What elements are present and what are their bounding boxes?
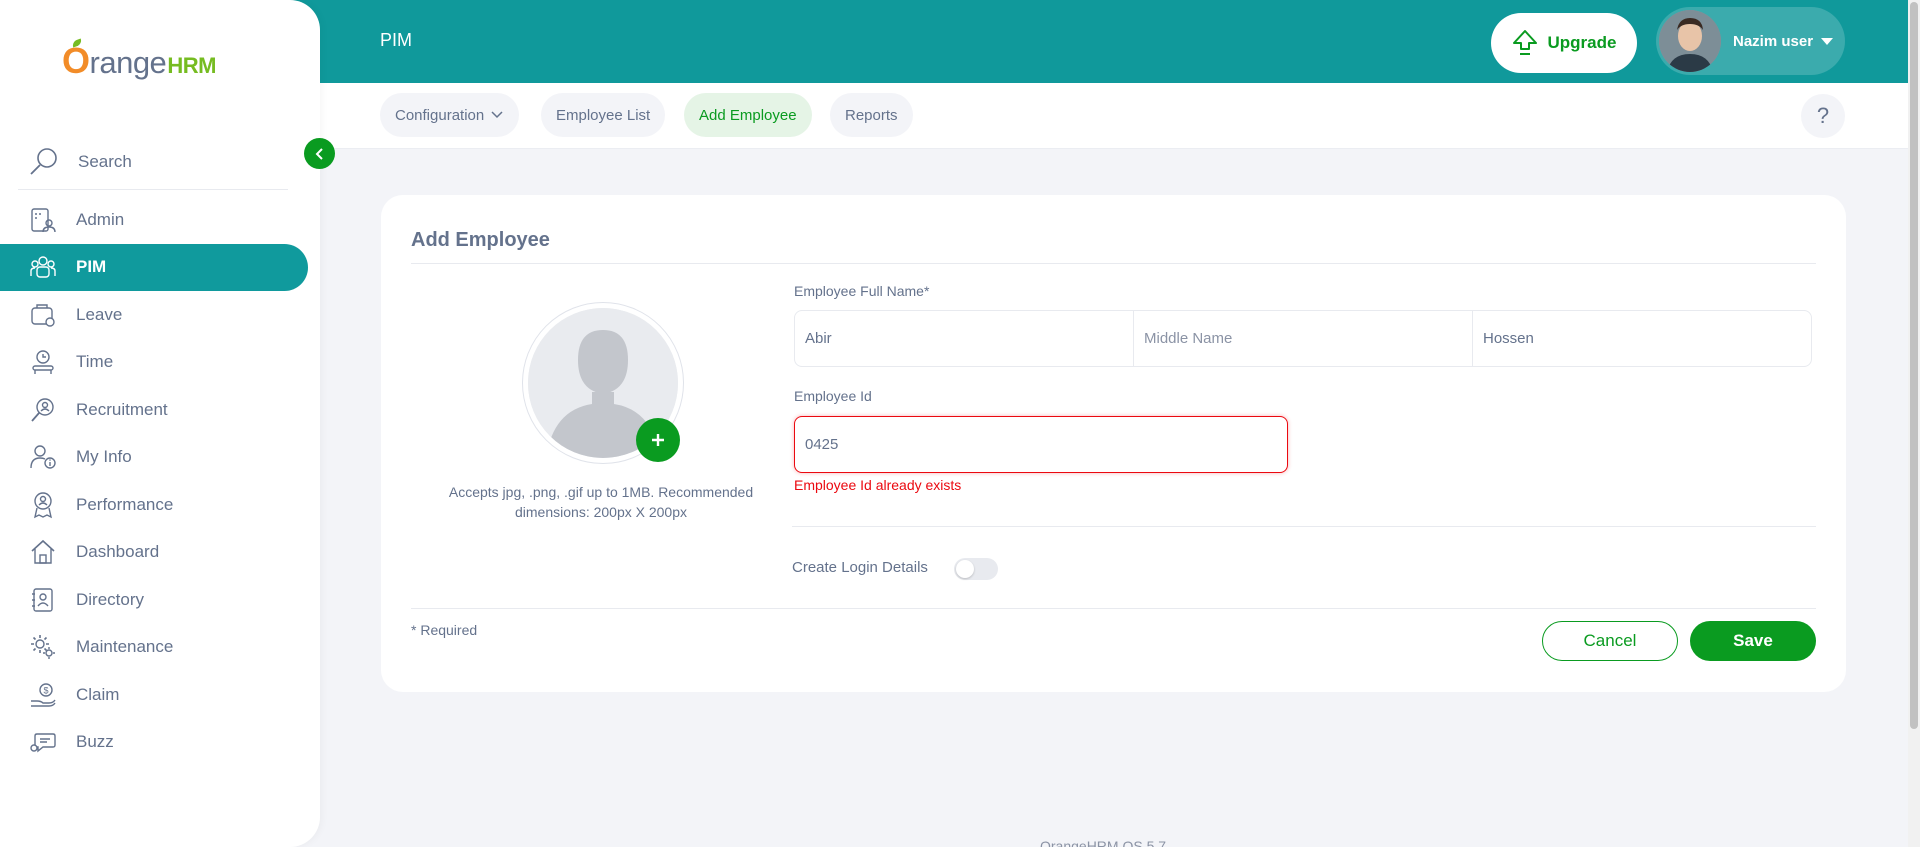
sidebar-item-pim[interactable]: PIM xyxy=(0,243,308,291)
sidebar-item-label: Leave xyxy=(76,304,123,324)
leave-icon xyxy=(28,300,58,330)
divider xyxy=(792,526,1816,527)
full-name-group xyxy=(794,310,1812,367)
sidebar-item-label: Time xyxy=(76,352,114,372)
sidebar-item-label: Dashboard xyxy=(76,542,160,562)
tab-employee-list-label: Employee List xyxy=(556,106,651,124)
required-note: * Required xyxy=(411,622,478,638)
full-name-label: Employee Full Name* xyxy=(794,283,930,299)
search-input[interactable]: Search xyxy=(78,152,132,172)
sidebar-item-my-info[interactable]: My Info xyxy=(0,434,320,482)
sidebar-item-label: Claim xyxy=(76,684,120,704)
tab-reports[interactable]: Reports xyxy=(830,93,913,137)
first-name-input[interactable] xyxy=(795,311,1134,366)
home-icon xyxy=(28,537,58,567)
sidebar-item-recruitment[interactable]: Recruitment xyxy=(0,386,320,434)
tab-employee-list[interactable]: Employee List xyxy=(541,93,666,137)
page-scrollbar[interactable] xyxy=(1908,0,1920,847)
user-avatar xyxy=(1659,10,1721,72)
search-icon xyxy=(30,147,57,175)
upgrade-arrow-icon xyxy=(1512,30,1537,55)
chevron-down-icon xyxy=(491,111,503,119)
middle-name-input[interactable] xyxy=(1134,311,1473,366)
recruitment-icon xyxy=(28,395,58,425)
module-subnav: Configuration Employee List Add Employee… xyxy=(320,83,1908,149)
my-info-icon xyxy=(28,442,58,472)
upgrade-button[interactable]: Upgrade xyxy=(1491,13,1637,73)
time-icon xyxy=(28,347,58,377)
sidebar-item-leave[interactable]: Leave xyxy=(0,291,320,339)
create-login-label: Create Login Details xyxy=(792,559,928,576)
create-login-toggle[interactable] xyxy=(954,558,998,580)
sidebar: Orange HRM Search Admin PIM Leave Time Re… xyxy=(0,0,320,847)
toggle-knob xyxy=(956,560,974,578)
performance-icon xyxy=(28,490,58,520)
claim-icon: $ xyxy=(28,680,58,710)
employee-id-input[interactable] xyxy=(794,416,1288,473)
sidebar-item-label: Admin xyxy=(76,209,125,229)
sidebar-item-label: Buzz xyxy=(76,732,114,752)
sidebar-item-buzz[interactable]: Buzz xyxy=(0,719,320,767)
pim-icon xyxy=(28,252,58,282)
form-title: Add Employee xyxy=(411,229,550,251)
sidebar-item-label: Recruitment xyxy=(76,399,168,419)
divider xyxy=(411,608,1816,609)
help-button[interactable]: ? xyxy=(1801,94,1845,138)
sidebar-item-directory[interactable]: Directory xyxy=(0,576,320,624)
user-name: Nazim user xyxy=(1733,32,1814,50)
chevron-left-icon xyxy=(315,147,323,160)
tab-reports-label: Reports xyxy=(845,106,898,124)
sidebar-item-label: My Info xyxy=(76,447,132,467)
sidebar-item-label: PIM xyxy=(76,257,107,277)
sidebar-item-maintenance[interactable]: Maintenance xyxy=(0,624,320,672)
tab-configuration[interactable]: Configuration xyxy=(380,93,520,137)
orangehrm-logo[interactable]: Orange HRM xyxy=(62,40,216,82)
svg-text:$: $ xyxy=(44,685,49,695)
last-name-input[interactable] xyxy=(1473,311,1811,366)
main-menu: Admin PIM Leave Time Recruitment My Info… xyxy=(0,196,320,766)
sidebar-item-label: Maintenance xyxy=(76,637,174,657)
sidebar-search[interactable]: Search xyxy=(18,134,288,190)
upgrade-label: Upgrade xyxy=(1547,33,1617,52)
photo-hint: Accepts jpg, .png, .gif up to 1MB. Recom… xyxy=(448,484,754,520)
cancel-button[interactable]: Cancel xyxy=(1542,621,1678,661)
sidebar-item-time[interactable]: Time xyxy=(0,339,320,387)
tab-add-employee[interactable]: Add Employee xyxy=(684,93,812,137)
sidebar-collapse-button[interactable] xyxy=(304,138,335,169)
tab-configuration-label: Configuration xyxy=(395,106,485,124)
footer-version: OrangeHRM OS 5.7 xyxy=(1040,838,1167,847)
sidebar-item-admin[interactable]: Admin xyxy=(0,196,320,244)
employee-id-error: Employee Id already exists xyxy=(794,477,962,493)
sidebar-item-dashboard[interactable]: Dashboard xyxy=(0,529,320,577)
sidebar-item-label: Performance xyxy=(76,494,174,514)
caret-down-icon xyxy=(1821,37,1834,45)
user-dropdown[interactable]: Nazim user xyxy=(1656,7,1845,75)
divider xyxy=(411,263,1816,264)
tab-add-employee-label: Add Employee xyxy=(699,106,797,124)
sidebar-item-label: Directory xyxy=(76,589,145,609)
plus-icon xyxy=(652,434,664,446)
add-photo-button[interactable] xyxy=(636,418,680,462)
directory-icon xyxy=(28,585,58,615)
employee-id-label: Employee Id xyxy=(794,388,872,404)
sidebar-item-performance[interactable]: Performance xyxy=(0,481,320,529)
page-title: PIM xyxy=(380,30,413,50)
scrollbar-thumb[interactable] xyxy=(1910,2,1918,729)
buzz-icon xyxy=(28,727,58,757)
add-employee-card: Add Employee Accepts jpg, .png, .gif up … xyxy=(381,195,1846,692)
save-button[interactable]: Save xyxy=(1690,621,1816,661)
admin-icon xyxy=(28,205,58,235)
sidebar-item-claim[interactable]: $ Claim xyxy=(0,671,320,719)
maintenance-icon xyxy=(28,632,58,662)
